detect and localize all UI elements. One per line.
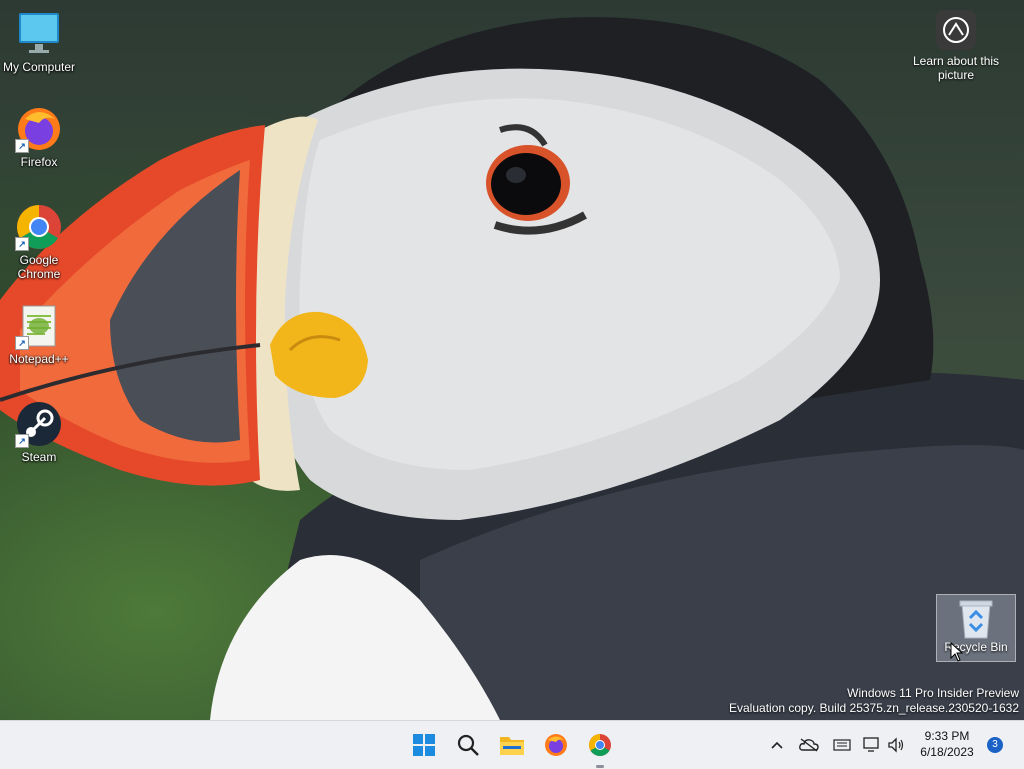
search-icon[interactable] xyxy=(452,729,484,761)
desktop-icon-my-computer[interactable]: My Computer xyxy=(1,10,77,74)
notification-badge[interactable]: 3 xyxy=(987,737,1003,753)
desktop-icon-label: Steam xyxy=(21,450,57,464)
network-icon[interactable] xyxy=(862,735,882,755)
desktop-icon-firefox[interactable]: ↗ Firefox xyxy=(1,105,77,169)
camera-info-icon xyxy=(936,10,976,50)
recycle-bin-icon xyxy=(956,598,996,640)
desktop-icon-label: Firefox xyxy=(20,155,58,169)
desktop-icon-recycle-bin[interactable]: Recycle Bin xyxy=(936,594,1016,662)
learn-about-this-picture[interactable]: Learn about this picture xyxy=(906,10,1006,82)
clock-date: 6/18/2023 xyxy=(920,745,974,759)
volume-icon[interactable] xyxy=(886,735,906,755)
onedrive-icon[interactable] xyxy=(798,735,820,755)
watermark-line1: Windows 11 Pro Insider Preview xyxy=(847,686,1019,700)
firefox-icon: ↗ xyxy=(15,105,63,153)
recycle-bin-label: Recycle Bin xyxy=(944,640,1008,654)
windows-watermark: Windows 11 Pro Insider Preview Evaluatio… xyxy=(729,686,1019,716)
shortcut-arrow-icon: ↗ xyxy=(15,336,29,350)
monitor-icon xyxy=(15,10,63,58)
wallpaper-puffin xyxy=(0,17,1024,720)
keyboard-icon[interactable] xyxy=(832,735,852,755)
desktop: My Computer ↗ Firefox ↗ Google Chrome ↗ … xyxy=(0,0,1024,720)
desktop-icon-chrome[interactable]: ↗ Google Chrome xyxy=(1,203,77,281)
desktop-icon-label: Notepad++ xyxy=(9,352,69,366)
file-explorer-icon[interactable] xyxy=(496,729,528,761)
chrome-icon[interactable] xyxy=(584,729,616,761)
desktop-icon-label: My Computer xyxy=(2,60,76,74)
notepadpp-icon: ↗ xyxy=(15,302,63,350)
chrome-icon: ↗ xyxy=(15,203,63,251)
taskbar: 9:33 PM 6/18/2023 3 xyxy=(0,720,1024,769)
firefox-icon[interactable] xyxy=(540,729,572,761)
start-icon[interactable] xyxy=(408,729,440,761)
desktop-icon-label: Google Chrome xyxy=(17,253,61,281)
watermark-line2: Evaluation copy. Build 25375.zn_release.… xyxy=(729,701,1019,715)
shortcut-arrow-icon: ↗ xyxy=(15,237,29,251)
desktop-icon-steam[interactable]: ↗ Steam xyxy=(1,400,77,464)
learn-label: Learn about this picture xyxy=(912,54,1000,82)
shortcut-arrow-icon: ↗ xyxy=(15,139,29,153)
clock-time: 9:33 PM xyxy=(924,729,970,743)
mouse-cursor-icon xyxy=(950,641,964,667)
chevron-up-icon[interactable] xyxy=(768,735,786,755)
steam-icon: ↗ xyxy=(15,400,63,448)
shortcut-arrow-icon: ↗ xyxy=(15,434,29,448)
clock[interactable]: 9:33 PM 6/18/2023 xyxy=(912,728,982,760)
desktop-icon-notepadpp[interactable]: ↗ Notepad++ xyxy=(1,302,77,366)
